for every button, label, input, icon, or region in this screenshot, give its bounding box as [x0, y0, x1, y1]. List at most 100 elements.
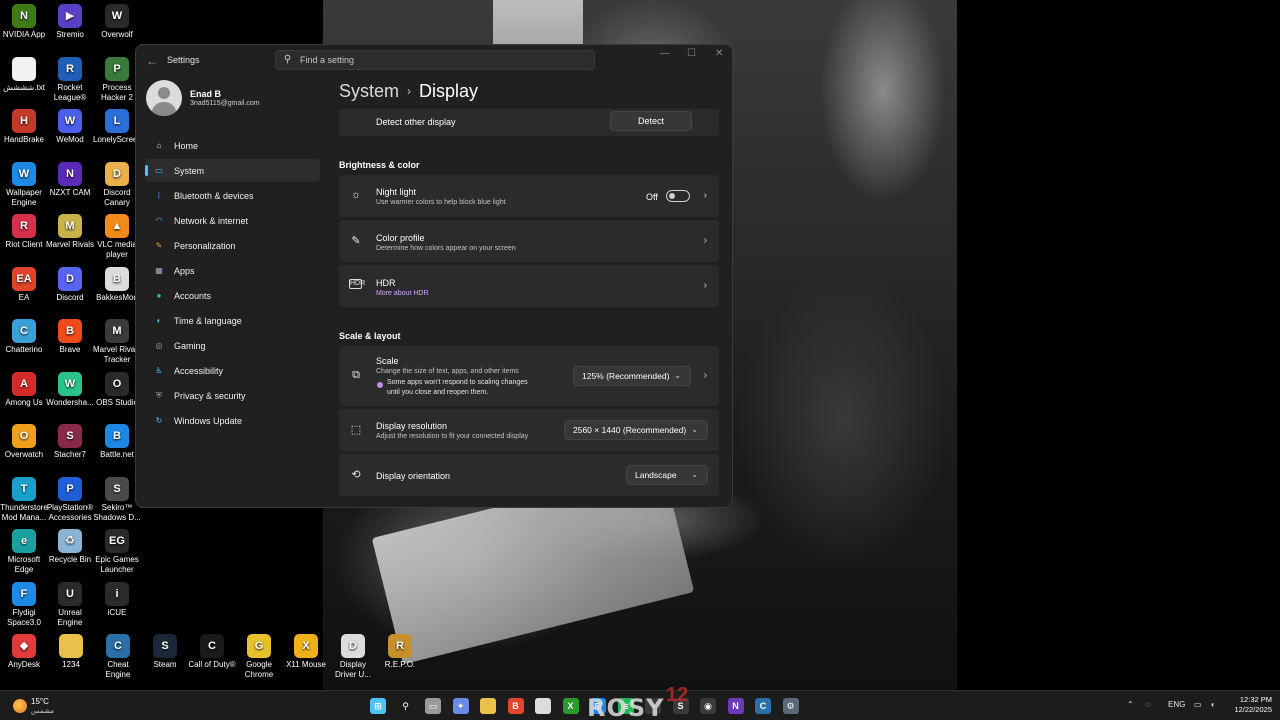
desktop-icon[interactable]: C Call of Duty® — [188, 634, 236, 670]
desktop-icon[interactable]: B BakkesMod — [93, 266, 141, 303]
desktop-icon[interactable]: P Process Hacker 2 — [93, 56, 141, 103]
desktop-icon[interactable]: U Unreal Engine — [46, 581, 94, 628]
cheat-engine-icon[interactable]: C — [755, 698, 771, 714]
desktop-icon[interactable]: C Chatterino — [0, 319, 48, 355]
start-icon[interactable]: ⊞ — [370, 698, 386, 714]
language-indicator[interactable]: ENG — [1168, 700, 1185, 709]
desktop-icon[interactable]: N NVIDIA App — [0, 4, 48, 40]
sidebar-item-network-internet[interactable]: ◠ Network & internet — [145, 209, 320, 232]
desktop-icon[interactable]: e Microsoft Edge — [0, 529, 48, 575]
color-profile-row[interactable]: ✎ Color profile Determine how colors app… — [339, 220, 719, 262]
desktop-icon[interactable]: شششش.txt — [0, 56, 48, 93]
scale-row[interactable]: ⧉ Scale Change the size of text, apps, a… — [339, 346, 719, 406]
desktop-icon[interactable]: P PlayStation® Accessories — [46, 476, 94, 523]
back-arrow-icon[interactable]: ← — [146, 54, 158, 68]
desktop-icon[interactable]: C Cheat Engine — [94, 634, 142, 680]
desktop-icon[interactable]: D Discord Canary — [93, 161, 141, 208]
sidebar-item-system[interactable]: ▭ System — [145, 159, 320, 182]
notepad-icon[interactable] — [535, 698, 551, 714]
hdr-row[interactable]: HDR HDR More about HDR › — [339, 265, 719, 307]
desktop-icon[interactable]: R R.E.P.O. — [376, 634, 424, 670]
desktop-icon[interactable]: M Marvel Rivals — [46, 214, 94, 250]
desktop-icon[interactable]: B Battle.net — [93, 424, 141, 460]
sidebar-item-gaming[interactable]: ◎ Gaming — [145, 334, 320, 357]
sidebar-item-accounts[interactable]: ● Accounts — [145, 284, 320, 307]
desktop-icon-label: Battle.net — [100, 450, 134, 459]
chevron-up-icon[interactable]: ⌃ — [1127, 700, 1134, 709]
clock[interactable]: 12:32 PM 12/22/2025 — [1228, 695, 1272, 715]
desktop-icon[interactable]: T Thunderstore Mod Mana... — [0, 476, 48, 523]
desktop-icon[interactable]: X X11 Mouse — [282, 634, 330, 670]
desktop-icon[interactable]: S Stacher7 — [46, 424, 94, 460]
night-light-toggle[interactable] — [666, 190, 690, 202]
desktop-icon[interactable]: W Wallpaper Engine — [0, 161, 48, 208]
file-explorer-icon[interactable] — [480, 698, 496, 714]
desktop-icon[interactable]: 1234 — [47, 634, 95, 670]
desktop-icon[interactable]: O Overwatch — [0, 424, 48, 460]
sidebar-item-accessibility[interactable]: ♿ Accessibility — [145, 359, 320, 382]
brave-icon[interactable]: B — [507, 698, 524, 714]
weather-temp[interactable]: 15°C — [31, 697, 49, 706]
orientation-dropdown[interactable]: Landscape ⌄ — [626, 465, 708, 485]
desktop-icon[interactable]: O OBS Studio — [93, 371, 141, 408]
desktop-icon[interactable]: EA EA — [0, 266, 48, 303]
settings-gear-icon[interactable]: ⚙ — [782, 698, 799, 714]
desktop-icon-label: Steam — [153, 660, 177, 669]
desktop-icon[interactable]: ♻ Recycle Bin — [46, 529, 94, 565]
desktop-icon[interactable]: F Flydigi Space3.0 — [0, 581, 48, 628]
night-light-row[interactable]: ☼ Night light Use warmer colors to help … — [339, 175, 719, 217]
desktop-icon[interactable]: W WeMod — [46, 109, 94, 145]
sidebar-item-bluetooth-devices[interactable]: ᛒ Bluetooth & devices — [145, 184, 320, 207]
desktop-icon[interactable]: ▶ Stremio — [46, 4, 94, 40]
desktop-icon[interactable]: R Rocket League® — [46, 56, 94, 103]
desktop-icon[interactable]: A Among Us — [0, 371, 48, 408]
chevron-right-icon[interactable]: › — [704, 370, 707, 381]
sidebar-item-personalization[interactable]: ✎ Personalization — [145, 234, 320, 257]
desktop-icon[interactable]: D Discord — [46, 266, 94, 303]
xbox-icon[interactable]: X — [562, 698, 579, 714]
task-view-icon[interactable]: ▭ — [425, 698, 441, 714]
chevron-right-icon[interactable]: › — [704, 280, 707, 291]
desktop-icon[interactable]: ◆ AnyDesk — [0, 634, 48, 670]
copilot-icon[interactable]: ✦ — [452, 698, 469, 714]
sidebar-item-privacy-security[interactable]: ⛨ Privacy & security — [145, 384, 320, 407]
breadcrumb-parent[interactable]: System — [339, 81, 399, 101]
desktop-icon[interactable]: i iCUE — [93, 581, 141, 618]
desktop-icon[interactable]: M Marvel Rivals Tracker — [93, 319, 141, 365]
weather-sun-icon[interactable] — [13, 699, 27, 713]
hdr-learn-more-link[interactable]: More about HDR — [376, 290, 429, 297]
sidebar-item-time-language[interactable]: ◐ Time & language — [145, 309, 320, 332]
monitor-icon[interactable]: ▭ — [1194, 700, 1202, 709]
desktop-icon[interactable]: H HandBrake — [0, 109, 48, 145]
detect-button[interactable]: Detect — [610, 111, 692, 131]
resolution-dropdown[interactable]: 2560 × 1440 (Recommended) ⌄ — [564, 420, 708, 440]
chevron-right-icon[interactable]: › — [704, 235, 707, 246]
avatar[interactable] — [146, 80, 182, 116]
desktop-icon[interactable]: N NZXT CAM — [46, 161, 94, 198]
minimize-icon[interactable]: — — [660, 48, 670, 59]
desktop-icon[interactable]: R Riot Client — [0, 214, 48, 250]
volume-icon[interactable]: ◖ — [1210, 700, 1215, 709]
desktop-icon[interactable]: EG Epic Games Launcher — [93, 529, 141, 575]
desktop-icon[interactable]: S Steam — [141, 634, 189, 670]
desktop-icon[interactable]: W Wondersha... — [46, 371, 94, 408]
chevron-right-icon[interactable]: › — [704, 190, 707, 201]
search-input[interactable]: ⚲ Find a setting — [275, 50, 595, 70]
desktop-icon[interactable]: G Google Chrome — [235, 634, 283, 680]
search-icon[interactable]: ⚲ — [397, 698, 414, 714]
sidebar-item-windows-update[interactable]: ↻ Windows Update — [145, 409, 320, 432]
obs-icon[interactable]: ◉ — [700, 698, 716, 714]
sidebar-item-home[interactable]: ⌂ Home — [145, 134, 320, 157]
maximize-icon[interactable]: ☐ — [687, 48, 696, 59]
desktop-icon[interactable]: ▲ VLC media player — [93, 214, 141, 260]
desktop-icon[interactable]: S Sekiro™ Shadows D... — [93, 476, 141, 523]
desktop-icon[interactable]: B Brave — [46, 319, 94, 355]
scale-dropdown[interactable]: 125% (Recommended) ⌄ — [573, 366, 691, 386]
network-icon[interactable]: ◌ — [1146, 700, 1151, 709]
desktop-icon[interactable]: D Display Driver U... — [329, 634, 377, 680]
nzxt-icon[interactable]: N — [727, 698, 744, 714]
close-icon[interactable]: ✕ — [715, 48, 723, 59]
desktop-icon[interactable]: W Overwolf — [93, 4, 141, 40]
sidebar-item-apps[interactable]: ▦ Apps — [145, 259, 320, 282]
desktop-icon[interactable]: L LonelyScreen — [93, 109, 142, 145]
